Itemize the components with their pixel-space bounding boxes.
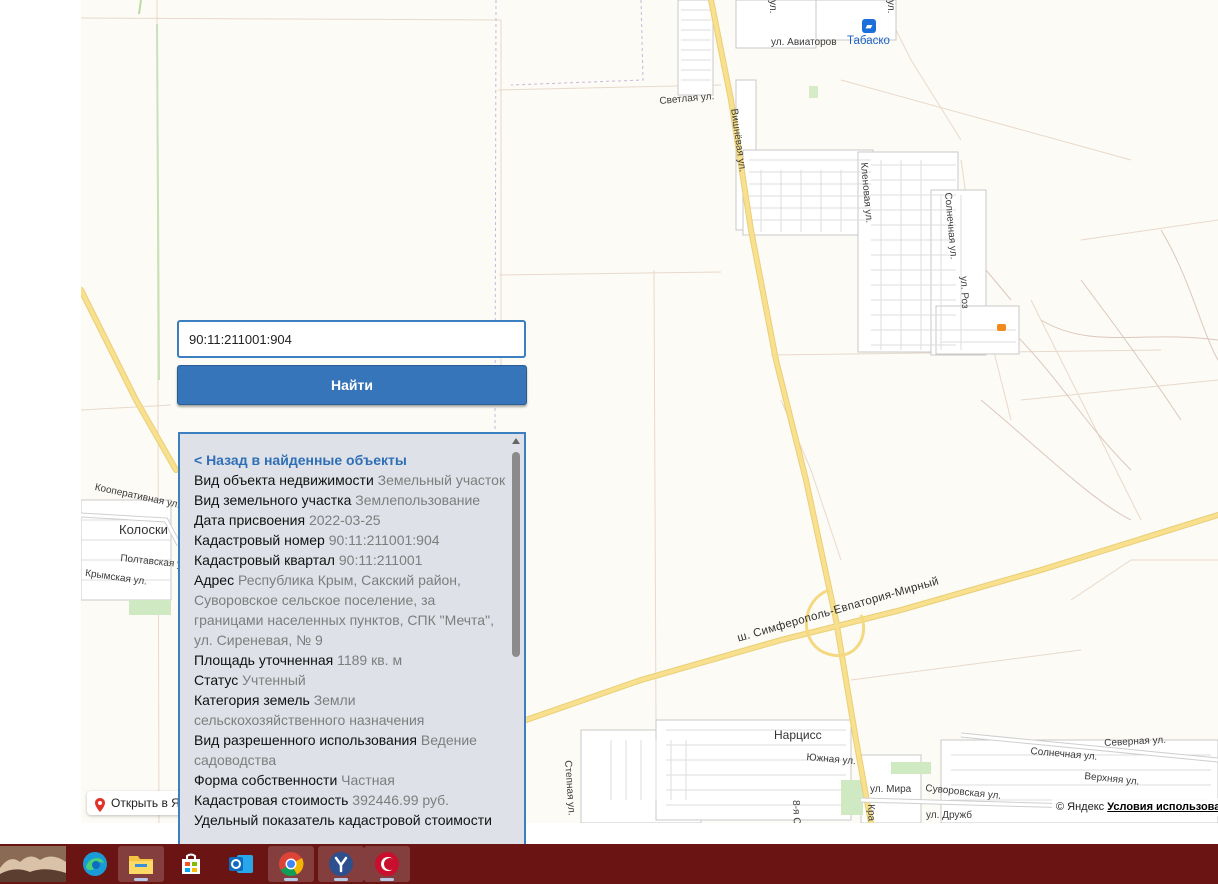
detail-row: Дата присвоения 2022-03-25	[194, 510, 506, 530]
detail-label: Вид объекта недвижимости	[194, 472, 374, 488]
place-label: Нарцисс	[774, 728, 822, 742]
detail-value: 90:11:211001:904	[328, 532, 440, 548]
windows-taskbar	[0, 844, 1218, 884]
detail-row: Кадастровый номер 90:11:211001:904	[194, 530, 506, 550]
detail-label: Вид земельного участка	[194, 492, 352, 508]
place-label: Колоски	[119, 522, 168, 537]
detail-row: Удельный показатель кадастровой стоимост…	[194, 810, 506, 830]
yandex-browser-icon[interactable]	[318, 846, 364, 882]
detail-label: Статус	[194, 672, 239, 688]
street-label: ул.	[767, 0, 778, 14]
map-copyright: © Яндекс Условия использования	[1052, 798, 1218, 816]
detail-value: Учтенный	[242, 672, 306, 688]
street-label: ул. Дружб	[926, 810, 973, 821]
detail-value: 392446.99 руб.	[352, 792, 450, 808]
detail-row: Категория земель Земли сельскохозяйствен…	[194, 690, 506, 730]
scrollbar-thumb[interactable]	[512, 452, 520, 657]
find-button[interactable]: Найти	[177, 365, 527, 405]
terms-link[interactable]: Условия использования	[1107, 801, 1218, 813]
file-explorer-icon[interactable]	[118, 846, 164, 882]
details-list: < Назад в найденные объекты Вид объекта …	[194, 450, 506, 830]
detail-value: 2022-03-25	[308, 512, 381, 528]
street-label: 8-я С	[790, 800, 802, 823]
detail-value: Землепользование	[355, 492, 481, 508]
detail-label: Адрес	[194, 572, 235, 588]
detail-value: 1189 кв. м	[337, 652, 403, 668]
edge-icon[interactable]	[72, 846, 118, 882]
street-label: ул.	[885, 0, 896, 14]
detail-value: Республика Крым, Сакский район, Суворовс…	[194, 572, 494, 648]
street-label: Кра	[865, 804, 877, 822]
detail-value: Земельный участок	[377, 472, 506, 488]
detail-label: Категория земель	[194, 692, 310, 708]
detail-label: Вид разрешенного использования	[194, 732, 417, 748]
detail-row: Адрес Республика Крым, Сакский район, Су…	[194, 570, 506, 650]
detail-label: Удельный показатель кадастровой стоимост…	[194, 812, 492, 828]
detail-label: Дата присвоения	[194, 512, 306, 528]
poi-label[interactable]: Табаско	[847, 35, 890, 47]
detail-row: Вид земельного участка Землепользование	[194, 490, 506, 510]
detail-row: Статус Учтенный	[194, 670, 506, 690]
microsoft-store-icon[interactable]	[168, 846, 214, 882]
detail-row: Площадь уточненная 1189 кв. м	[194, 650, 506, 670]
detail-label: Площадь уточненная	[194, 652, 334, 668]
detail-row: Форма собственности Частная	[194, 770, 506, 790]
detail-value: 90:11:211001	[338, 552, 423, 568]
outlook-icon[interactable]	[218, 846, 264, 882]
detail-row: Кадастровая стоимость 392446.99 руб.	[194, 790, 506, 810]
map-pin-icon	[95, 796, 105, 812]
street-label: ул. Авиаторов	[771, 37, 837, 48]
panel-scrollbar[interactable]	[510, 434, 522, 860]
street-label: ул. Роз	[958, 276, 971, 309]
detail-row: Вид разрешенного использования Ведение с…	[194, 730, 506, 770]
red-app-icon[interactable]	[364, 846, 410, 882]
wallpaper-thumbnail-icon[interactable]	[0, 846, 66, 882]
scroll-up-arrow-icon[interactable]	[512, 438, 520, 444]
street-label: ул. Мира	[870, 784, 912, 795]
detail-row: Кадастровый квартал 90:11:211001	[194, 550, 506, 570]
detail-label: Кадастровая стоимость	[194, 792, 349, 808]
detail-label: Кадастровый номер	[194, 532, 325, 548]
detail-value: Частная	[341, 772, 395, 788]
detail-label: Кадастровый квартал	[194, 552, 335, 568]
detail-row: Вид объекта недвижимости Земельный участ…	[194, 470, 506, 490]
shop-icon[interactable]: ▰	[862, 19, 876, 33]
parcel-marker[interactable]	[997, 324, 1006, 331]
cadastral-search-input[interactable]	[177, 320, 526, 358]
back-to-results-link[interactable]: < Назад в найденные объекты	[194, 450, 506, 470]
copyright-text: © Яндекс	[1056, 801, 1105, 813]
detail-label: Форма собственности	[194, 772, 338, 788]
object-details-panel[interactable]: < Назад в найденные объекты Вид объекта …	[178, 432, 526, 862]
chrome-icon[interactable]	[268, 846, 314, 882]
